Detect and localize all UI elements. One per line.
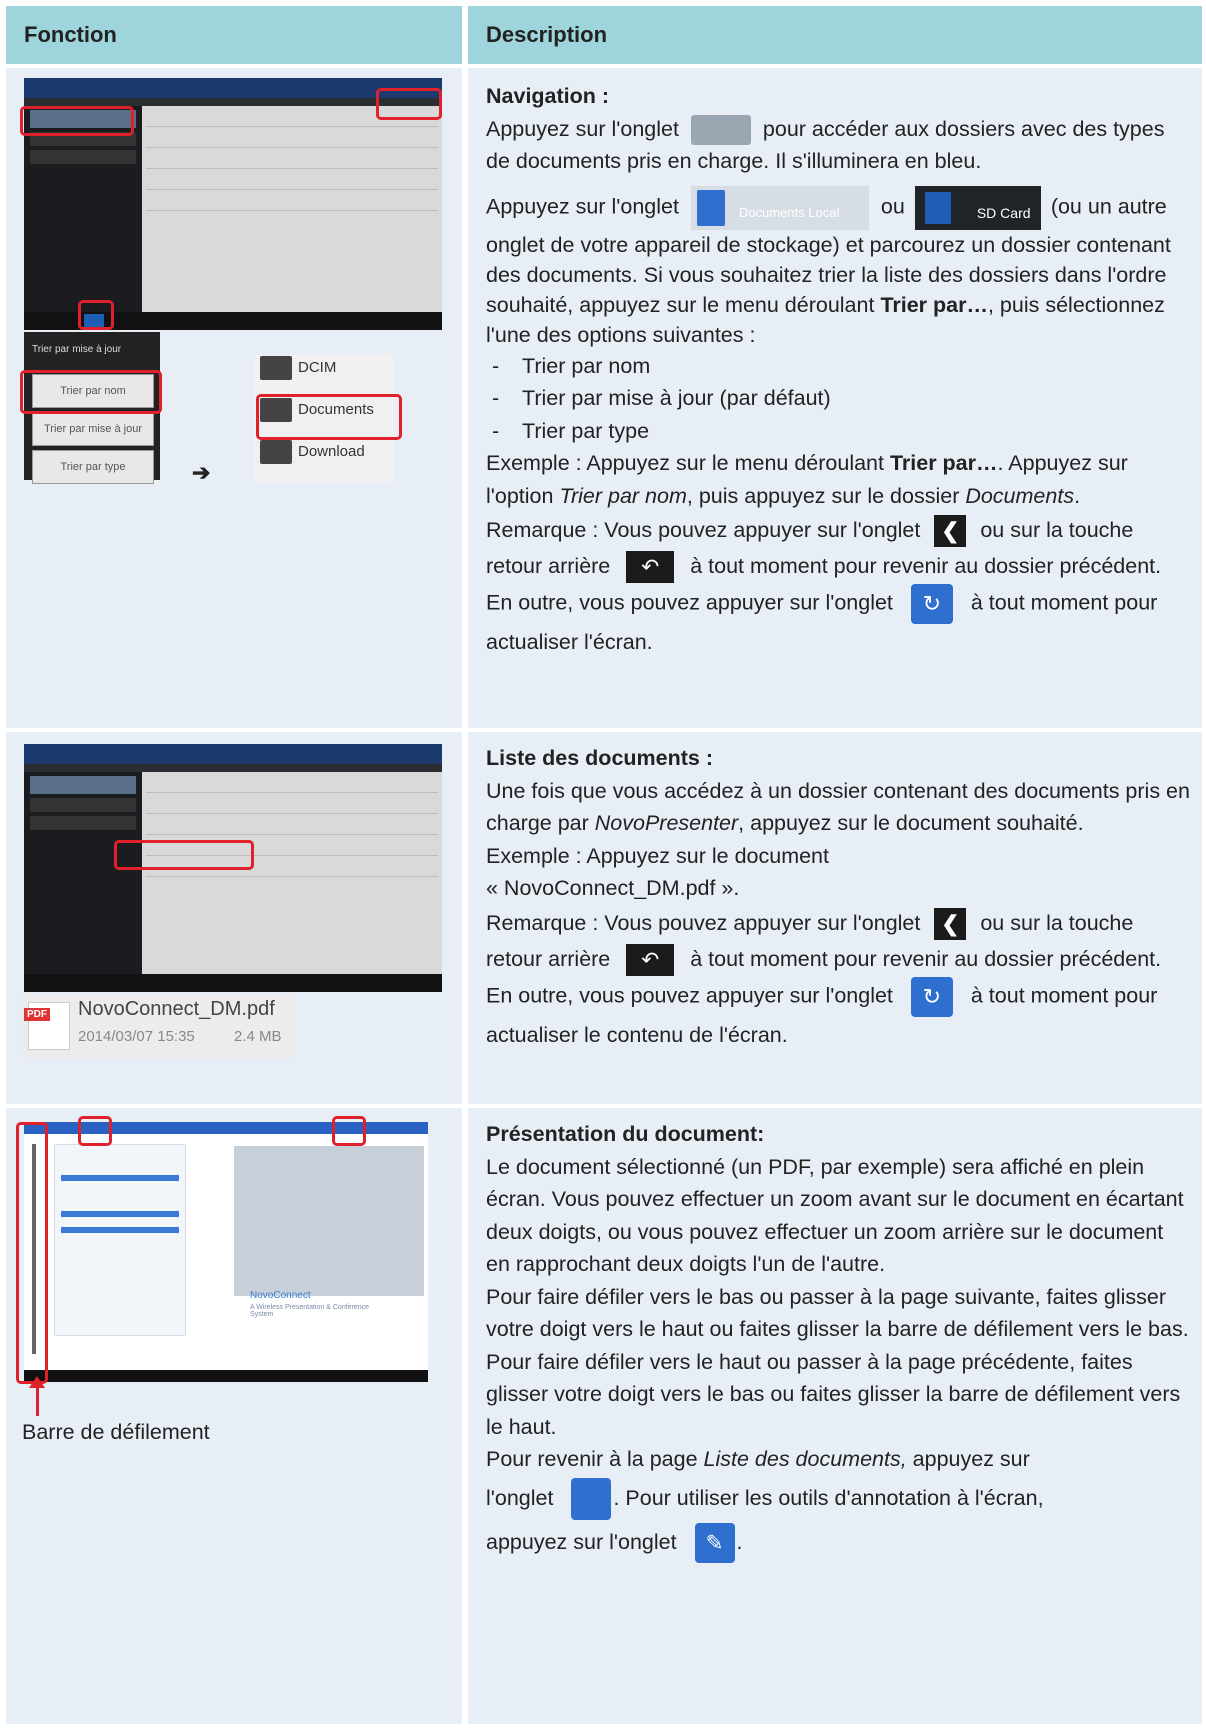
highlight-list-tab <box>78 1116 112 1146</box>
row1-title: Navigation : <box>486 84 610 108</box>
header-function-label: Fonction <box>24 22 117 47</box>
refresh-icon: ↻ <box>910 976 953 1017</box>
pdf-filename: NovoConnect_DM.pdf <box>78 998 275 1020</box>
row3-title: Présentation du document: <box>486 1122 765 1146</box>
sort-option-update[interactable]: Trier par mise à jour <box>32 412 154 446</box>
scrollbar-arrow-head <box>29 1376 45 1388</box>
pdf-file-card[interactable]: PDF NovoConnect_DM.pdf 2014/03/07 15:35 … <box>22 994 294 1058</box>
option-item: - Trier par type <box>486 418 650 443</box>
row1-example: Exemple : Appuyez sur le menu déroulant … <box>486 451 1128 508</box>
pdf-page-left <box>54 1144 186 1336</box>
list-row <box>146 169 438 190</box>
row3-para3: Pour revenir à la page Liste des documen… <box>486 1447 1030 1471</box>
sidebar-row-drive <box>30 816 136 830</box>
slide-brand: NovoConnect <box>250 1290 311 1301</box>
highlight-documents-folder <box>256 394 402 440</box>
row1-para1: Appuyez sur l'onglet pour accéder aux do… <box>486 114 1165 173</box>
highlight-annotation-tab <box>332 1116 366 1146</box>
highlight-local-tab <box>20 106 134 136</box>
row3-para2: Pour faire défiler vers le bas ou passer… <box>486 1284 1189 1439</box>
row2-para1: Une fois que vous accédez à un dossier c… <box>486 778 1190 836</box>
list-row <box>146 127 438 148</box>
option-item: - Trier par mise à jour (par défaut) <box>486 386 831 410</box>
sort-dropdown-header: Trier par mise à jour <box>32 344 122 355</box>
header-col-description: Description <box>468 6 1202 64</box>
function-table: Fonction Description Trier par mise à jo… <box>6 6 1202 1724</box>
screenshot-document-list <box>142 772 442 992</box>
row2-description-cell: Liste des documents : Une fois que vous … <box>468 732 1202 1104</box>
header-description-label: Description <box>486 22 608 47</box>
screenshot-document-list <box>142 106 442 330</box>
pdf-date: 2014/03/07 15:35 <box>78 1028 195 1045</box>
row3-para5: appuyez sur l'onglet ✎. <box>486 1520 1192 1564</box>
screenshot-bottom-bar <box>24 974 442 992</box>
pdf-viewer-screenshot: NovoConnect A Wireless Presentation & Co… <box>24 1122 428 1382</box>
screenshot-sidebar <box>24 772 142 992</box>
refresh-icon: ↻ <box>910 584 953 624</box>
annotation-pen-icon: ✎ <box>694 1523 735 1564</box>
pdf-page-photo <box>234 1146 424 1296</box>
return-key-icon: ↶ <box>626 943 675 976</box>
screenshot-status-bar <box>24 744 442 764</box>
pdf-badge: PDF <box>24 1008 50 1021</box>
highlight-scrollbar <box>16 1122 48 1384</box>
row2-title: Liste des documents : <box>486 746 713 770</box>
row1-para2: Appuyez sur l'onglet Documents Local ou … <box>486 185 1192 350</box>
sidebar-row-local <box>30 776 136 794</box>
back-chevron-icon: ❮ <box>934 907 967 940</box>
row2-example: Exemple : Appuyez sur le document « NovoC… <box>486 843 829 901</box>
list-row <box>146 793 438 814</box>
folder-icon <box>260 440 292 464</box>
row2-remark: Remarque : Vous pouvez appuyer sur l'ong… <box>486 905 1192 1053</box>
folder-tab-icon <box>690 114 751 145</box>
row2-function-cell: PDF NovoConnect_DM.pdf 2014/03/07 15:35 … <box>6 732 462 1104</box>
folder-dcim[interactable]: DCIM <box>260 356 400 396</box>
option-item: - Trier par nom <box>486 353 651 378</box>
row3-para1: Le document sélectionné (un PDF, par exe… <box>486 1154 1184 1277</box>
highlight-selected-document <box>114 840 254 870</box>
row1-function-cell: Trier par mise à jour Trier par nom Trie… <box>6 68 462 728</box>
highlight-folder-tab <box>78 300 114 330</box>
sidebar-row-dropbox <box>30 798 136 812</box>
list-row <box>146 148 438 169</box>
row1-description-cell: Navigation : Appuyez sur l'onglet pour a… <box>468 68 1202 728</box>
folder-label: DCIM <box>298 358 337 376</box>
viewer-bottom-bar <box>24 1370 428 1382</box>
list-row <box>146 190 438 211</box>
list-row <box>146 772 438 793</box>
arrow-icon: ➔ <box>192 460 211 485</box>
pdf-size: 2.4 MB <box>234 1028 282 1045</box>
sidebar-row-drive <box>30 150 136 164</box>
header-col-function: Fonction <box>6 6 462 64</box>
return-key-icon: ↶ <box>626 551 675 584</box>
screenshot-sidebar <box>24 106 142 330</box>
row3-function-cell: NovoConnect A Wireless Presentation & Co… <box>6 1108 462 1724</box>
row3-para4: l'onglet . Pour utiliser les outils d'an… <box>486 1476 1192 1520</box>
highlight-sort-by-name <box>20 370 162 414</box>
row1-remark: Remarque : Vous pouvez appuyer sur l'ong… <box>486 512 1192 660</box>
folder-label: Download <box>298 442 365 460</box>
sort-option-type[interactable]: Trier par type <box>32 450 154 484</box>
scrollbar-caption: Barre de défilement <box>22 1420 210 1444</box>
row3-description-cell: Présentation du document: Le document sé… <box>468 1108 1202 1724</box>
back-chevron-icon: ❮ <box>934 515 967 548</box>
sd-card-tab-icon: SD Card <box>914 185 1041 230</box>
list-row <box>146 814 438 835</box>
highlight-sort-button <box>376 88 442 120</box>
slide-subtitle: A Wireless Presentation & Conference Sys… <box>250 1304 370 1318</box>
folder-icon <box>260 356 292 380</box>
document-list-tab-icon <box>571 1477 612 1520</box>
documents-local-tab-icon: Documents Local <box>690 185 869 230</box>
folder-download[interactable]: Download <box>260 440 400 480</box>
